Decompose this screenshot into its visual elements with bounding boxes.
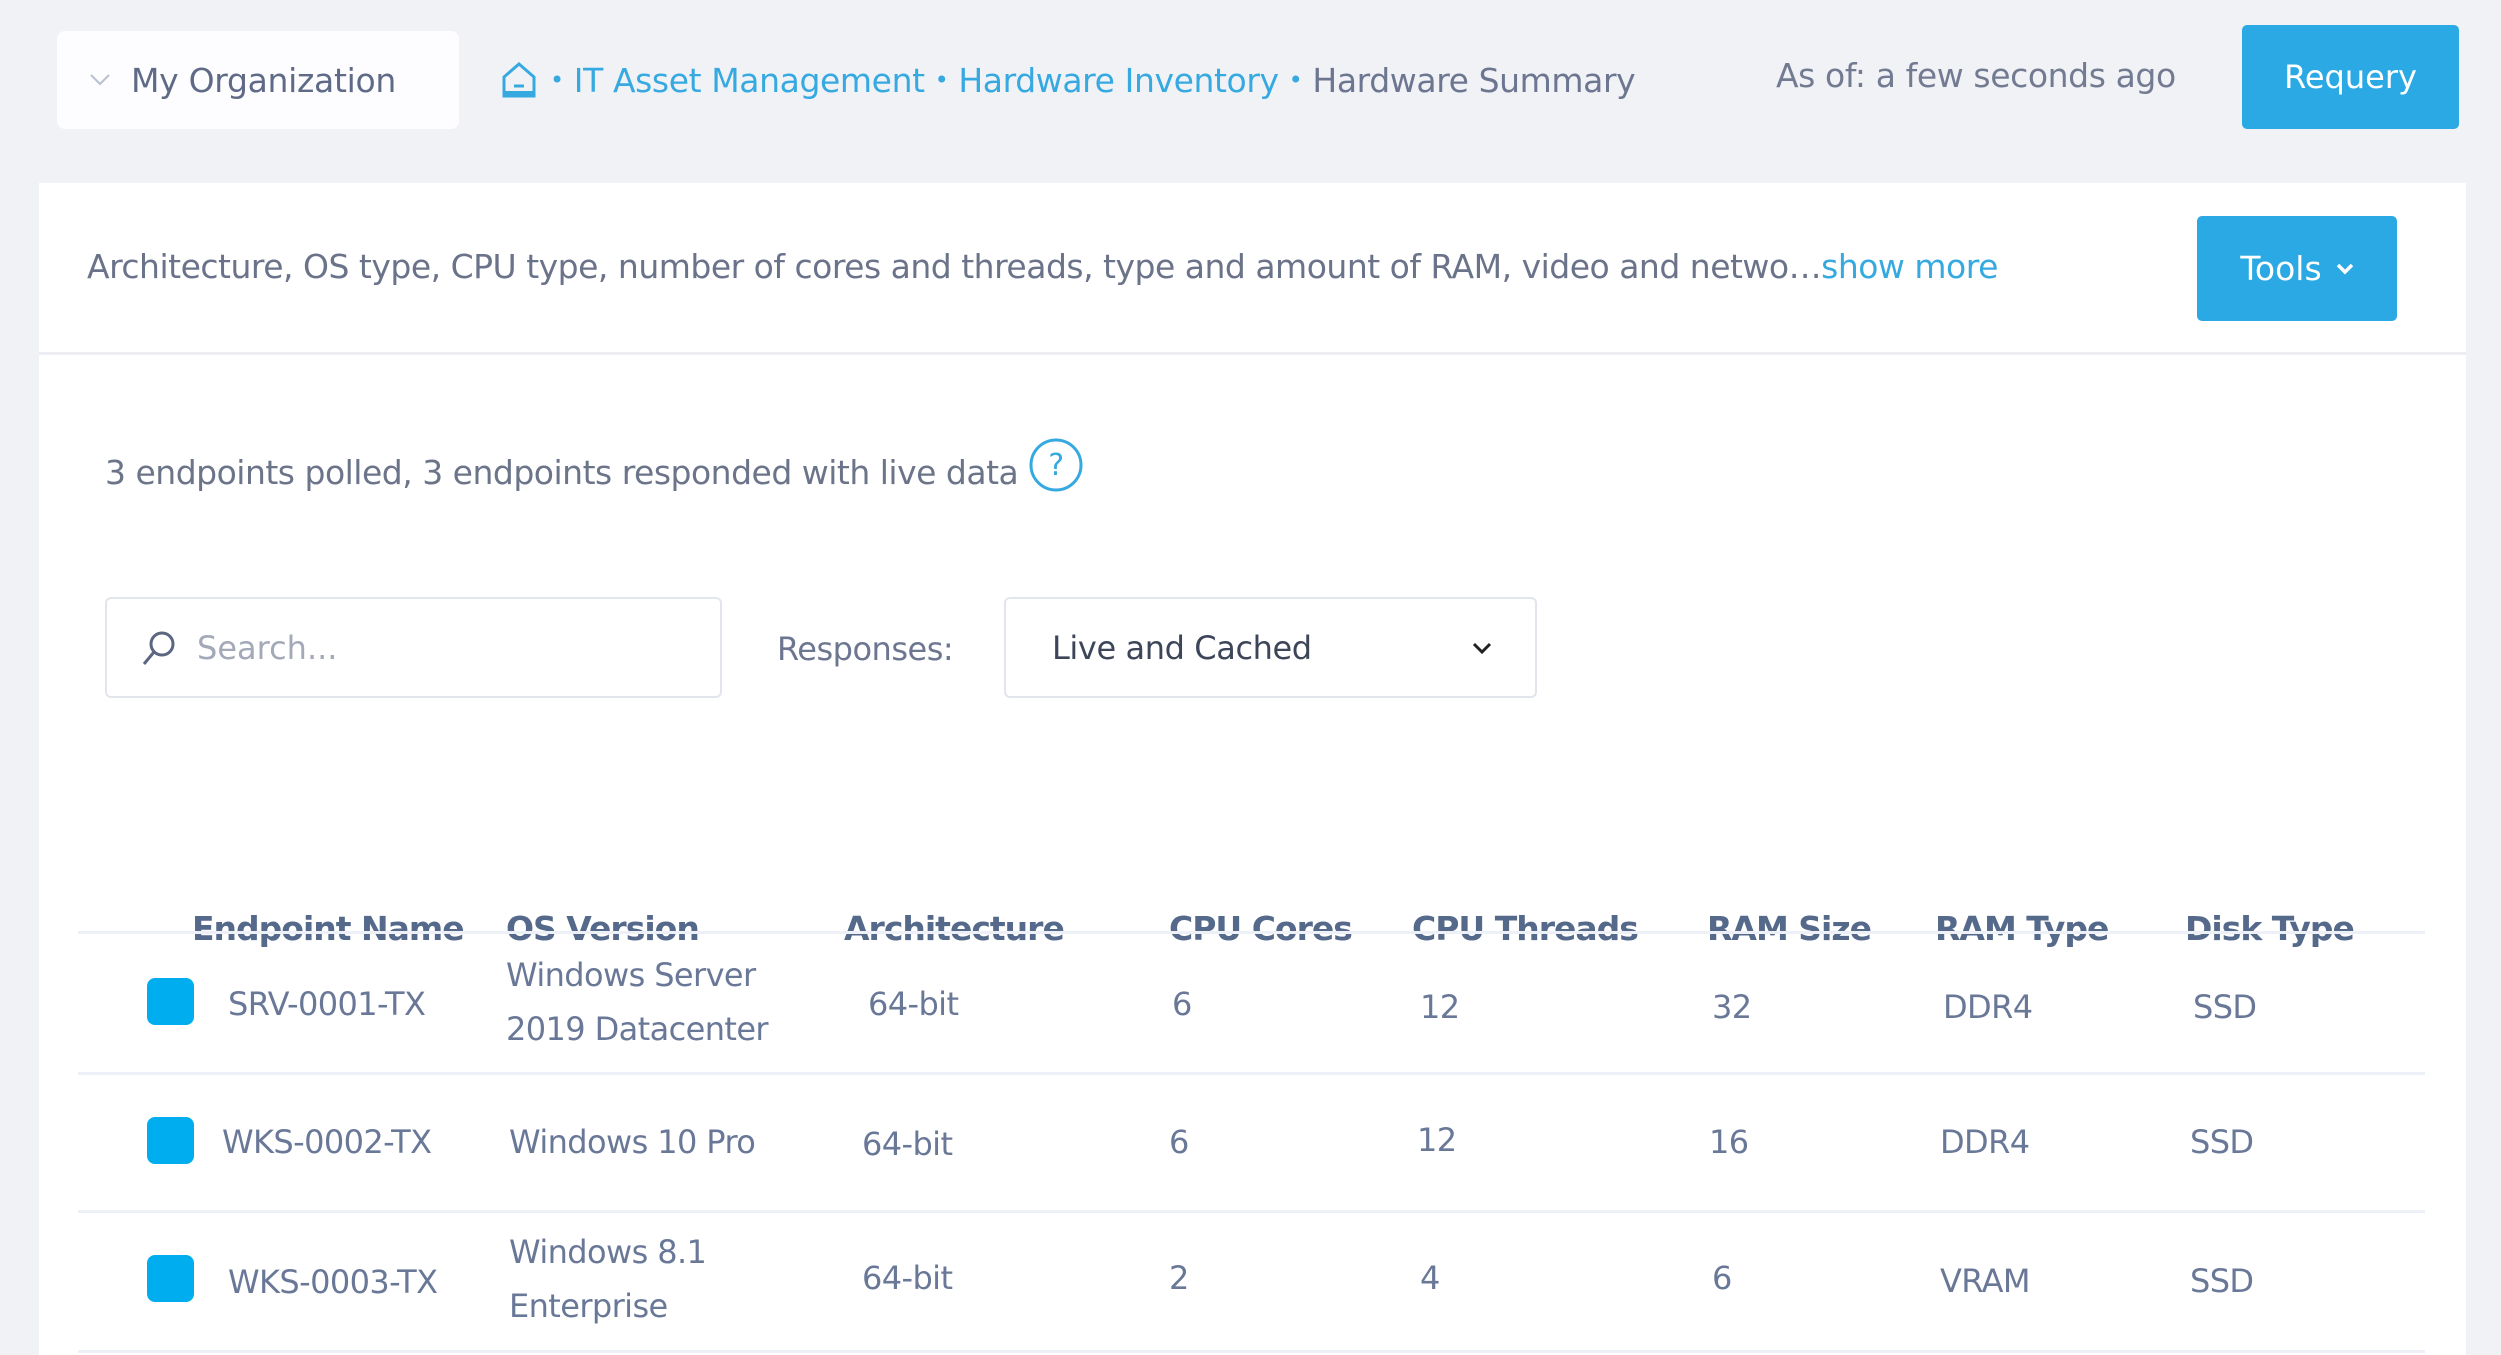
- cell-os-version: Windows 10 Pro: [509, 1123, 756, 1161]
- organization-selector[interactable]: My Organization: [57, 31, 459, 129]
- cell-cpu-cores: 6: [1169, 1123, 1189, 1161]
- table-row[interactable]: WKS-0003-TX Windows 8.1 Enterprise 64-bi…: [78, 1213, 2425, 1353]
- description-text: Architecture, OS type, CPU type, number …: [87, 247, 1822, 286]
- cell-disk-type: SSD: [2190, 1262, 2254, 1300]
- cell-architecture: 64-bit: [862, 1125, 953, 1163]
- endpoint-status-indicator[interactable]: [147, 1117, 194, 1164]
- poll-status-text: 3 endpoints polled, 3 endpoints responde…: [105, 452, 1019, 492]
- home-icon[interactable]: [500, 60, 540, 100]
- breadcrumb-separator: •: [934, 66, 949, 94]
- cell-architecture: 64-bit: [868, 985, 959, 1023]
- description-row: Architecture, OS type, CPU type, number …: [39, 183, 2466, 355]
- cell-architecture: 64-bit: [862, 1259, 953, 1297]
- cell-ram-type: DDR4: [1943, 988, 2033, 1026]
- responses-label: Responses:: [777, 630, 954, 668]
- as-of-timestamp: As of: a few seconds ago: [1776, 56, 2176, 95]
- cell-ram-size: 6: [1712, 1259, 1732, 1297]
- breadcrumb-hardware-summary: Hardware Summary: [1312, 60, 1636, 100]
- cell-disk-type: SSD: [2190, 1123, 2254, 1161]
- endpoint-status-indicator[interactable]: [147, 1255, 194, 1302]
- endpoint-status-indicator[interactable]: [147, 978, 194, 1025]
- table-row[interactable]: WKS-0002-TX Windows 10 Pro 64-bit 6 12 1…: [78, 1075, 2425, 1213]
- cell-cpu-threads: 12: [1417, 1121, 1457, 1159]
- cell-cpu-threads: 4: [1420, 1259, 1440, 1297]
- breadcrumb-hardware-inventory[interactable]: Hardware Inventory: [958, 61, 1279, 100]
- cell-disk-type: SSD: [2193, 988, 2257, 1026]
- cell-os-version: Windows 8.1 Enterprise: [509, 1233, 707, 1325]
- table-row[interactable]: SRV-0001-TX Windows Server 2019 Datacent…: [78, 934, 2425, 1075]
- chevron-down-icon: [87, 67, 113, 93]
- cell-os-version: Windows Server 2019 Datacenter: [506, 956, 769, 1048]
- search-field[interactable]: [105, 597, 722, 698]
- cell-ram-size: 32: [1712, 988, 1752, 1026]
- tools-label: Tools: [2240, 249, 2322, 288]
- search-icon: [139, 628, 179, 668]
- cell-cpu-cores: 6: [1172, 985, 1192, 1023]
- tools-button[interactable]: Tools: [2197, 216, 2397, 321]
- requery-button[interactable]: Requery: [2242, 25, 2459, 129]
- help-icon[interactable]: ?: [1028, 437, 1084, 493]
- main-card: Architecture, OS type, CPU type, number …: [39, 183, 2466, 1355]
- cell-endpoint-name: WKS-0003-TX: [228, 1263, 438, 1301]
- cell-endpoint-name: WKS-0002-TX: [222, 1123, 432, 1161]
- cell-endpoint-name: SRV-0001-TX: [228, 985, 426, 1023]
- breadcrumb-separator: •: [1288, 66, 1303, 94]
- search-input[interactable]: [197, 628, 677, 667]
- responses-selected-value: Live and Cached: [1052, 628, 1312, 667]
- cell-ram-size: 16: [1709, 1123, 1749, 1161]
- cell-ram-type: VRAM: [1940, 1262, 2031, 1300]
- description: Architecture, OS type, CPU type, number …: [87, 247, 1998, 286]
- breadcrumb-it-asset-management[interactable]: IT Asset Management: [574, 61, 925, 100]
- help-icon-glyph: ?: [1049, 448, 1064, 483]
- organization-label: My Organization: [131, 60, 396, 100]
- responses-select[interactable]: Live and Cached: [1004, 597, 1537, 698]
- cell-cpu-threads: 12: [1420, 988, 1460, 1026]
- chevron-down-icon: [1469, 635, 1495, 661]
- breadcrumb: • IT Asset Management • Hardware Invento…: [500, 50, 1636, 110]
- poll-status: 3 endpoints polled, 3 endpoints responde…: [105, 438, 1084, 493]
- show-more-link[interactable]: show more: [1821, 247, 1998, 286]
- breadcrumb-separator: •: [550, 66, 564, 94]
- cell-ram-type: DDR4: [1940, 1123, 2030, 1161]
- cell-cpu-cores: 2: [1169, 1259, 1189, 1297]
- chevron-down-icon: [2336, 263, 2354, 275]
